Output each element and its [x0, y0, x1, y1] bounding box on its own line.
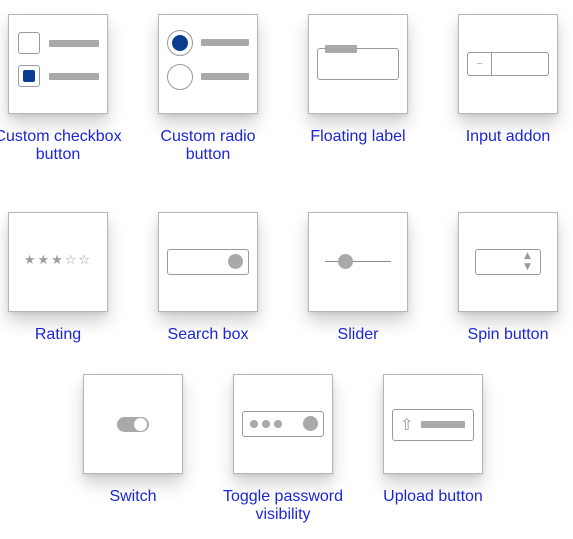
upload-button-thumbnail: ⇧ — [383, 374, 483, 474]
minus-icon: – — [476, 58, 483, 69]
password-dot-icon — [274, 420, 282, 428]
rating-stars: ★★★☆☆ — [9, 253, 107, 268]
card-slider[interactable]: Slider — [308, 212, 408, 344]
card-label: Switch — [109, 488, 157, 505]
checkbox-unchecked-icon — [18, 32, 40, 54]
checkbox-checked-icon — [18, 65, 40, 87]
spin-button-thumbnail: ▲ ▼ — [458, 212, 558, 312]
switch-thumbnail — [83, 374, 183, 474]
card-upload-button[interactable]: ⇧ Upload button — [383, 374, 483, 506]
spin-down-icon: ▼ — [524, 262, 531, 272]
custom-radio-thumbnail — [158, 14, 258, 114]
search-box-thumbnail — [158, 212, 258, 312]
floating-label-thumbnail — [308, 14, 408, 114]
radio-label-placeholder — [201, 39, 249, 46]
card-toggle-password-visibility[interactable]: Toggle password visibility — [223, 374, 343, 524]
upload-label-placeholder — [421, 421, 465, 428]
card-label: Custom checkbox button — [0, 128, 122, 163]
card-rating[interactable]: ★★★☆☆ Rating — [8, 212, 108, 344]
visibility-toggle-icon — [303, 416, 318, 431]
addon-segment: – — [468, 53, 492, 75]
password-dot-icon — [250, 420, 258, 428]
card-custom-radio-button[interactable]: Custom radio button — [158, 14, 258, 164]
password-dot-icon — [262, 420, 270, 428]
card-search-box[interactable]: Search box — [158, 212, 258, 344]
slider-thumb-icon — [338, 254, 353, 269]
card-label: Rating — [34, 326, 82, 343]
card-label: Search box — [167, 326, 249, 343]
rating-thumbnail: ★★★☆☆ — [8, 212, 108, 312]
card-label: Custom radio button — [160, 128, 256, 163]
spin-input-box: ▲ ▼ — [475, 249, 541, 275]
radio-selected-icon — [167, 30, 193, 56]
input-addon-thumbnail: – — [458, 14, 558, 114]
upload-input-box: ⇧ — [392, 409, 474, 441]
card-label: Input addon — [465, 128, 551, 145]
slider-thumbnail — [308, 212, 408, 312]
custom-checkbox-thumbnail — [8, 14, 108, 114]
card-label: Toggle password visibility — [222, 488, 344, 523]
search-button-icon — [228, 254, 243, 269]
switch-toggle-icon — [117, 417, 149, 432]
card-label: Slider — [337, 326, 379, 343]
slider-track — [325, 261, 391, 262]
toggle-password-thumbnail — [233, 374, 333, 474]
card-floating-label[interactable]: Floating label — [308, 14, 408, 146]
star-empty-icon: ☆ — [78, 253, 93, 268]
card-label: Upload button — [383, 488, 483, 505]
checkbox-label-placeholder — [49, 40, 99, 47]
checkbox-label-placeholder — [49, 73, 99, 80]
upload-icon: ⇧ — [400, 415, 414, 434]
card-spin-button[interactable]: ▲ ▼ Spin button — [458, 212, 558, 344]
search-input-box — [167, 249, 249, 275]
addon-input-box: – — [467, 52, 549, 76]
star-filled-icon: ★ — [51, 253, 65, 268]
star-filled-icon: ★ — [23, 253, 38, 268]
card-label: Spin button — [467, 326, 549, 343]
star-empty-icon: ☆ — [64, 253, 79, 268]
card-custom-checkbox-button[interactable]: Custom checkbox button — [0, 14, 122, 164]
radio-unselected-icon — [167, 64, 193, 90]
radio-label-placeholder — [201, 73, 249, 80]
card-input-addon[interactable]: – Input addon — [458, 14, 558, 146]
spin-up-icon: ▲ — [524, 251, 531, 261]
star-filled-icon: ★ — [37, 253, 52, 268]
password-input-box — [242, 411, 324, 437]
card-switch[interactable]: Switch — [83, 374, 183, 506]
card-label: Floating label — [310, 128, 406, 145]
floating-label-placeholder — [325, 45, 357, 53]
